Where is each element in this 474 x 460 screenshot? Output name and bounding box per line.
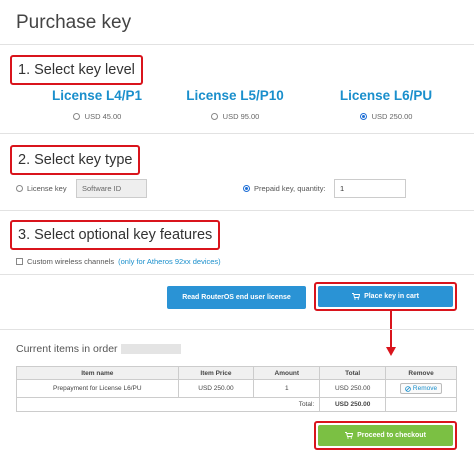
read-license-label: Read RouterOS end user license [182,294,291,301]
col-amount: Amount [253,366,321,380]
remove-button[interactable]: Remove [399,383,443,394]
cart-header-row: Item name Item Price Amount Total Remove [16,366,457,380]
license-l4-radio[interactable] [72,113,80,120]
license-key-radio[interactable] [16,185,23,192]
checkout-button[interactable]: Proceed to checkout [318,425,453,446]
wireless-channels-label: Custom wireless channels [27,257,115,266]
divider [0,274,474,275]
col-total: Total [319,366,387,380]
total-value: USD 250.00 [319,397,387,412]
license-l4-name: License L4/P1 [51,88,143,103]
wireless-channels-checkbox[interactable] [16,258,23,265]
total-label: Total: [15,397,321,412]
license-l6-name: License L6/PU [339,88,433,103]
cart-title-row: Current items in order [16,343,181,355]
divider [0,210,474,211]
cart-title: Current items in order [16,343,118,355]
order-id-redacted [120,344,181,354]
col-item-price: Item Price [177,366,255,380]
section-key-type-title: 2. Select key type [10,145,141,175]
ban-icon [405,385,411,392]
cart-icon [352,293,361,300]
place-in-cart-highlight: Place key in cart [314,282,457,311]
empty-cell [385,397,457,412]
divider [0,133,474,134]
prepaid-key-option[interactable]: Prepaid key, quantity: [243,184,326,193]
checkout-label: Proceed to checkout [357,432,426,439]
remove-cell: Remove [385,379,457,398]
license-key-option[interactable]: License key [16,184,67,193]
place-in-cart-label: Place key in cart [364,293,419,300]
cart-icon [345,432,354,439]
license-l5-name: License L5/P10 [186,88,284,103]
wireless-channels-note[interactable]: (only for Atheros 92xx devices) [118,257,221,266]
section-features-title: 3. Select optional key features [10,220,221,250]
license-key-label: License key [27,184,67,193]
prepaid-key-radio[interactable] [243,185,250,192]
license-l6-radio[interactable] [359,113,367,120]
license-l5-radio[interactable] [210,113,218,120]
section-key-level-title: 1. Select key level [10,55,143,85]
total-row: Total: USD 250.00 [15,397,457,412]
license-l6-option[interactable]: USD 250.00 [311,112,461,121]
license-l5-price: USD 95.00 [222,112,260,121]
arrow-down-icon [386,311,396,356]
col-item-name: Item name [16,366,179,380]
page-title: Purchase key [16,12,132,33]
checkout-highlight: Proceed to checkout [314,421,457,450]
cart-table: Item name Item Price Amount Total Remove… [15,366,457,412]
item-price-cell: USD 250.00 [177,379,255,398]
divider [0,329,474,330]
remove-label: Remove [412,385,438,392]
prepaid-key-label: Prepaid key, quantity: [254,184,326,193]
total-cell: USD 250.00 [319,379,387,398]
license-l4-price: USD 45.00 [84,112,122,121]
read-license-button[interactable]: Read RouterOS end user license [167,286,306,309]
license-l5-option[interactable]: USD 95.00 [160,112,310,121]
license-l4-option[interactable]: USD 45.00 [22,112,172,121]
table-row: Prepayment for License L6/PU USD 250.00 … [16,379,457,398]
col-remove: Remove [385,366,457,380]
place-in-cart-button[interactable]: Place key in cart [318,286,453,307]
item-name-cell: Prepayment for License L6/PU [16,379,179,398]
divider [0,44,474,45]
amount-cell: 1 [253,379,321,398]
wireless-channels-option[interactable]: Custom wireless channels (only for Ather… [16,257,221,266]
quantity-input[interactable]: 1 [334,179,406,198]
software-id-input[interactable]: Software ID [76,179,147,198]
license-l6-price: USD 250.00 [371,112,413,121]
